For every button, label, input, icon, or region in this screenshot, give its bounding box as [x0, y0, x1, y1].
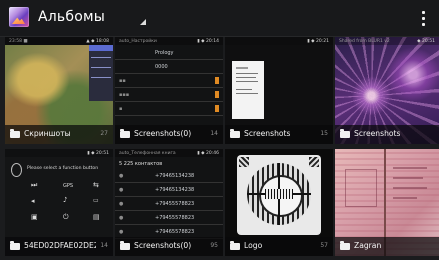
- album-count: 15: [320, 130, 328, 137]
- page-title[interactable]: Альбомы: [38, 9, 105, 25]
- album-tile[interactable]: Logo 57: [225, 149, 333, 256]
- folder-icon: [10, 129, 20, 138]
- album-caption: Zagran: [335, 237, 439, 256]
- album-caption: Screenshots 15: [225, 125, 333, 144]
- folder-icon: [230, 129, 240, 138]
- dropdown-caret-icon[interactable]: [140, 19, 146, 25]
- folder-icon: [120, 241, 130, 250]
- contact-row: +79455578823: [155, 201, 195, 207]
- album-tile[interactable]: ▮ ◆ 20:51 Please select a function butto…: [5, 149, 113, 256]
- gallery-app-icon[interactable]: [9, 7, 29, 27]
- album-caption: Logo 57: [225, 237, 333, 256]
- album-name: 54ED02DFAE02DE2CA: [24, 241, 96, 250]
- album-name: Скриншоты: [24, 129, 71, 138]
- gallery-screen: Альбомы 23:58 ■ ▲ ◆ 18:08 Скриншоты 27 au…: [0, 0, 439, 260]
- album-tile[interactable]: Zagran: [335, 149, 439, 256]
- remote-gps-label: GPS: [63, 183, 74, 189]
- action-bar: Альбомы: [0, 0, 439, 37]
- contact-row: +79465134238: [155, 187, 195, 193]
- album-tile[interactable]: ▮ ◆ 20:21 Screenshots 15: [225, 37, 333, 144]
- album-caption: Screenshots(0) 95: [115, 237, 223, 256]
- album-caption: Screenshots(0) 14: [115, 125, 223, 144]
- contact-row: +79465134238: [155, 173, 195, 179]
- album-count: 95: [210, 242, 218, 249]
- folder-icon: [340, 241, 350, 250]
- album-count: 57: [320, 242, 328, 249]
- album-caption: Screenshots: [335, 125, 439, 144]
- album-count: 14: [210, 130, 218, 137]
- contact-row: +79455578823: [155, 215, 195, 221]
- folder-icon: [10, 241, 20, 250]
- overflow-menu-icon[interactable]: [415, 7, 431, 29]
- album-name: Screenshots: [354, 129, 401, 138]
- album-caption: Скриншоты 27: [5, 125, 113, 144]
- folder-icon: [120, 129, 130, 138]
- contact-row: +79465578823: [155, 229, 195, 235]
- album-name: Logo: [244, 241, 263, 250]
- album-name: Screenshots: [244, 129, 291, 138]
- album-name: Screenshots(0): [134, 241, 192, 250]
- contacts-header: 5 225 контактов: [119, 161, 163, 167]
- album-tile[interactable]: Shared from BLUR1 v2 ◆ 20:51 Screenshots: [335, 37, 439, 144]
- album-caption: 54ED02DFAE02DE2CA 14: [5, 237, 113, 256]
- album-name: Zagran: [354, 241, 382, 250]
- album-tile[interactable]: auto_Телефонная книга ▮ ◆ 20:46 5 225 кон…: [115, 149, 223, 256]
- album-tile[interactable]: 23:58 ■ ▲ ◆ 18:08 Скриншоты 27: [5, 37, 113, 144]
- folder-icon: [340, 129, 350, 138]
- settings-row: 0000: [155, 64, 168, 70]
- settings-row: Prology: [155, 50, 174, 56]
- album-tile[interactable]: auto_Настройки ▮ ◆ 20:14 Prology 0000 ▪▪ …: [115, 37, 223, 144]
- remote-hint: Please select a function button: [27, 166, 99, 171]
- album-count: 27: [100, 130, 108, 137]
- album-name: Screenshots(0): [134, 129, 192, 138]
- album-count: 14: [100, 242, 108, 249]
- folder-icon: [230, 241, 240, 250]
